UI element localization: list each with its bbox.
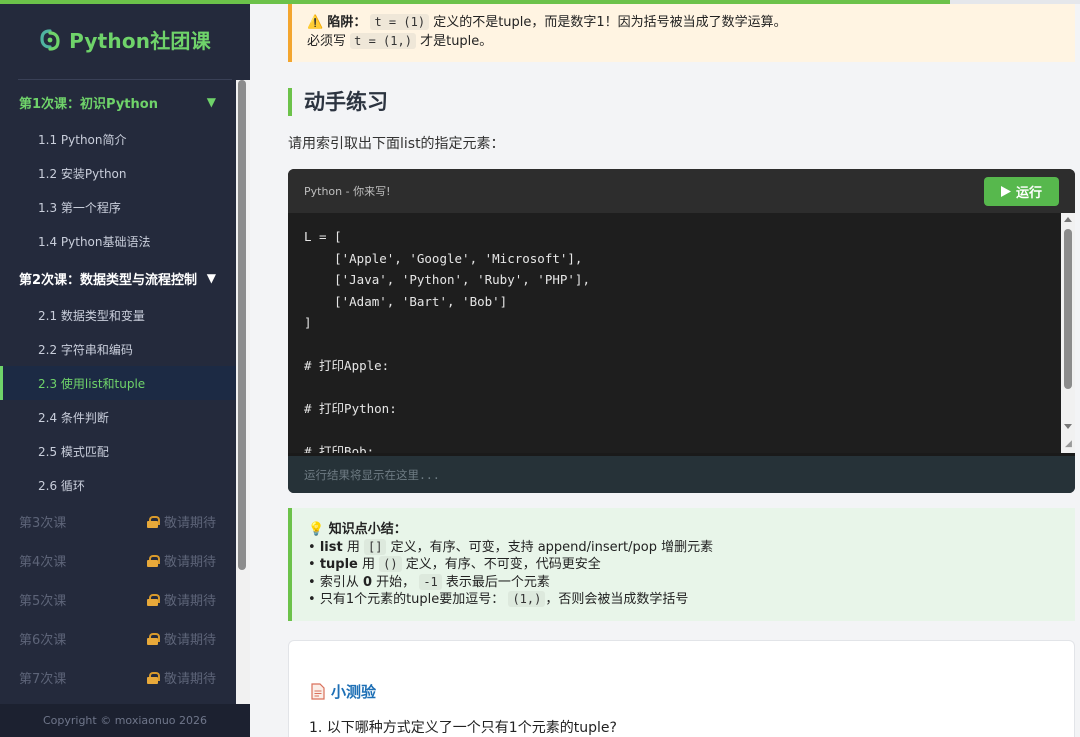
brand-title: Python社团课 [69, 29, 211, 53]
coming-soon-label: 敬请期待 [163, 516, 216, 531]
lock-icon [146, 671, 160, 684]
nav-item-2-3-active[interactable]: 2.3 使用list和tuple [0, 366, 236, 400]
lesson-3-locked: 第3次课 敬请期待 [0, 502, 236, 541]
document-icon [311, 683, 325, 700]
lock-icon [146, 515, 160, 528]
lesson-7-label: 第7次课 [19, 672, 67, 687]
warning-callout: ⚠️ 陷阱： t = (1) 定义的不是tuple，而是数字1！因为括号被当成了… [288, 0, 1075, 62]
nav-item-1-4[interactable]: 1.4 Python基础语法 [0, 224, 236, 258]
section-heading: 动手练习 [288, 88, 388, 116]
output-panel: 运行结果将显示在这里... [288, 453, 1075, 493]
sidebar-scrollbar-thumb[interactable] [238, 80, 246, 570]
lesson-5-locked: 第5次课 敬请期待 [0, 580, 236, 619]
quiz-heading: 小测验 [311, 681, 376, 702]
nav-item-1-1[interactable]: 1.1 Python简介 [0, 122, 236, 156]
summary-title: 知识点小结： [328, 522, 407, 537]
lesson-1-label: 第1次课：初识Python [19, 96, 158, 112]
copyright-footer: Copyright © moxiaonuo 2026 [0, 704, 250, 737]
chevron-down-icon: ▼ [206, 271, 216, 285]
summary-line: • 只有1个元素的tuple要加逗号： (1,) ，否则会被当成数学括号 [308, 591, 689, 607]
brand[interactable]: Python社团课 [18, 0, 232, 80]
sidebar: Python社团课 第1次课：初识Python ▼ 1.1 Python简介 1… [0, 0, 250, 737]
lock-icon [146, 593, 160, 606]
inline-code: t = (1) [370, 14, 430, 30]
coming-soon-label: 敬请期待 [163, 594, 216, 609]
coming-soon-label: 敬请期待 [163, 672, 216, 687]
nav-item-2-2[interactable]: 2.2 字符串和编码 [0, 332, 236, 366]
scroll-up-icon[interactable] [1064, 217, 1072, 222]
lesson-4-label: 第4次课 [19, 555, 67, 570]
lesson-3-label: 第3次课 [19, 516, 67, 531]
lesson-1-header[interactable]: 第1次课：初识Python ▼ [0, 82, 236, 122]
summary-line: • list 用 [] 定义，有序、可变，支持 append/insert/po… [308, 538, 714, 555]
warning-text: 定义的不是tuple，而是数字1！因为括号被当成了数学运算。 [433, 15, 787, 30]
play-icon [1000, 185, 1011, 197]
warning-icon: ⚠️ [307, 15, 324, 30]
warning-label: 陷阱： [327, 15, 367, 30]
main-content: ⚠️ 陷阱： t = (1) 定义的不是tuple，而是数字1！因为括号被当成了… [250, 0, 1080, 737]
code-scrollbar-thumb[interactable] [1064, 229, 1072, 389]
quiz-title: 小测验 [331, 683, 377, 701]
lesson-6-locked: 第6次课 敬请期待 [0, 619, 236, 658]
nav-item-2-1[interactable]: 2.1 数据类型和变量 [0, 298, 236, 332]
lesson-nav: 第1次课：初识Python ▼ 1.1 Python简介 1.2 安装Pytho… [0, 82, 236, 697]
nav-item-1-3[interactable]: 1.3 第一个程序 [0, 190, 236, 224]
run-button-label: 运行 [1015, 185, 1042, 201]
summary-line: • tuple 用 () 定义，有序、不可变，代码更安全 [308, 556, 601, 572]
lock-icon [146, 632, 160, 645]
editor-title: Python - 你来写! [304, 185, 391, 198]
reading-progress-fill [0, 0, 951, 4]
code-textarea[interactable]: L = [ ['Apple', 'Google', 'Microsoft'], … [288, 213, 1061, 453]
inline-code: t = (1,) [350, 33, 416, 49]
lesson-2-label: 第2次课：数据类型与流程控制 [19, 272, 198, 288]
python-logo-icon [40, 28, 60, 51]
quiz-question: 1. 以下哪种方式定义了一个只有1个元素的tuple? [309, 720, 617, 736]
editor-header: Python - 你来写! 运行 [288, 169, 1075, 213]
reading-progress-bar [0, 0, 1080, 4]
coming-soon-label: 敬请期待 [163, 555, 216, 570]
lightbulb-icon: 💡 [308, 522, 325, 537]
summary-line: • 索引从 0 开始， -1 表示最后一个元素 [308, 573, 550, 590]
warning-text: 才是tuple。 [420, 34, 493, 49]
resize-grip-icon[interactable]: ◢ [1065, 439, 1072, 449]
coming-soon-label: 敬请期待 [163, 633, 216, 648]
lesson-7-locked: 第7次课 敬请期待 [0, 658, 236, 697]
lock-icon [146, 554, 160, 567]
lesson-4-locked: 第4次课 敬请期待 [0, 541, 236, 580]
nav-item-2-4[interactable]: 2.4 条件判断 [0, 400, 236, 434]
lesson-6-label: 第6次课 [19, 633, 67, 648]
nav-item-2-5[interactable]: 2.5 模式匹配 [0, 434, 236, 468]
lesson-2-header[interactable]: 第2次课：数据类型与流程控制 ▼ [0, 258, 236, 298]
chevron-down-icon: ▼ [206, 95, 216, 109]
nav-item-1-2[interactable]: 1.2 安装Python [0, 156, 236, 190]
code-editor: Python - 你来写! 运行 L = [ ['Apple', 'Google… [288, 169, 1075, 493]
scroll-down-icon[interactable] [1064, 424, 1072, 429]
quiz-card: 小测验 1. 以下哪种方式定义了一个只有1个元素的tuple? [288, 640, 1075, 737]
exercise-intro: 请用索引取出下面list的指定元素： [288, 136, 505, 152]
code-scrollbar[interactable]: ◢ [1061, 213, 1075, 453]
lesson-5-label: 第5次课 [19, 594, 67, 609]
run-button[interactable]: 运行 [984, 176, 1059, 206]
warning-text: 必须写 [307, 34, 347, 49]
nav-item-2-6[interactable]: 2.6 循环 [0, 468, 236, 502]
summary-callout: 💡 知识点小结： • list 用 [] 定义，有序、可变，支持 append/… [288, 508, 1075, 621]
